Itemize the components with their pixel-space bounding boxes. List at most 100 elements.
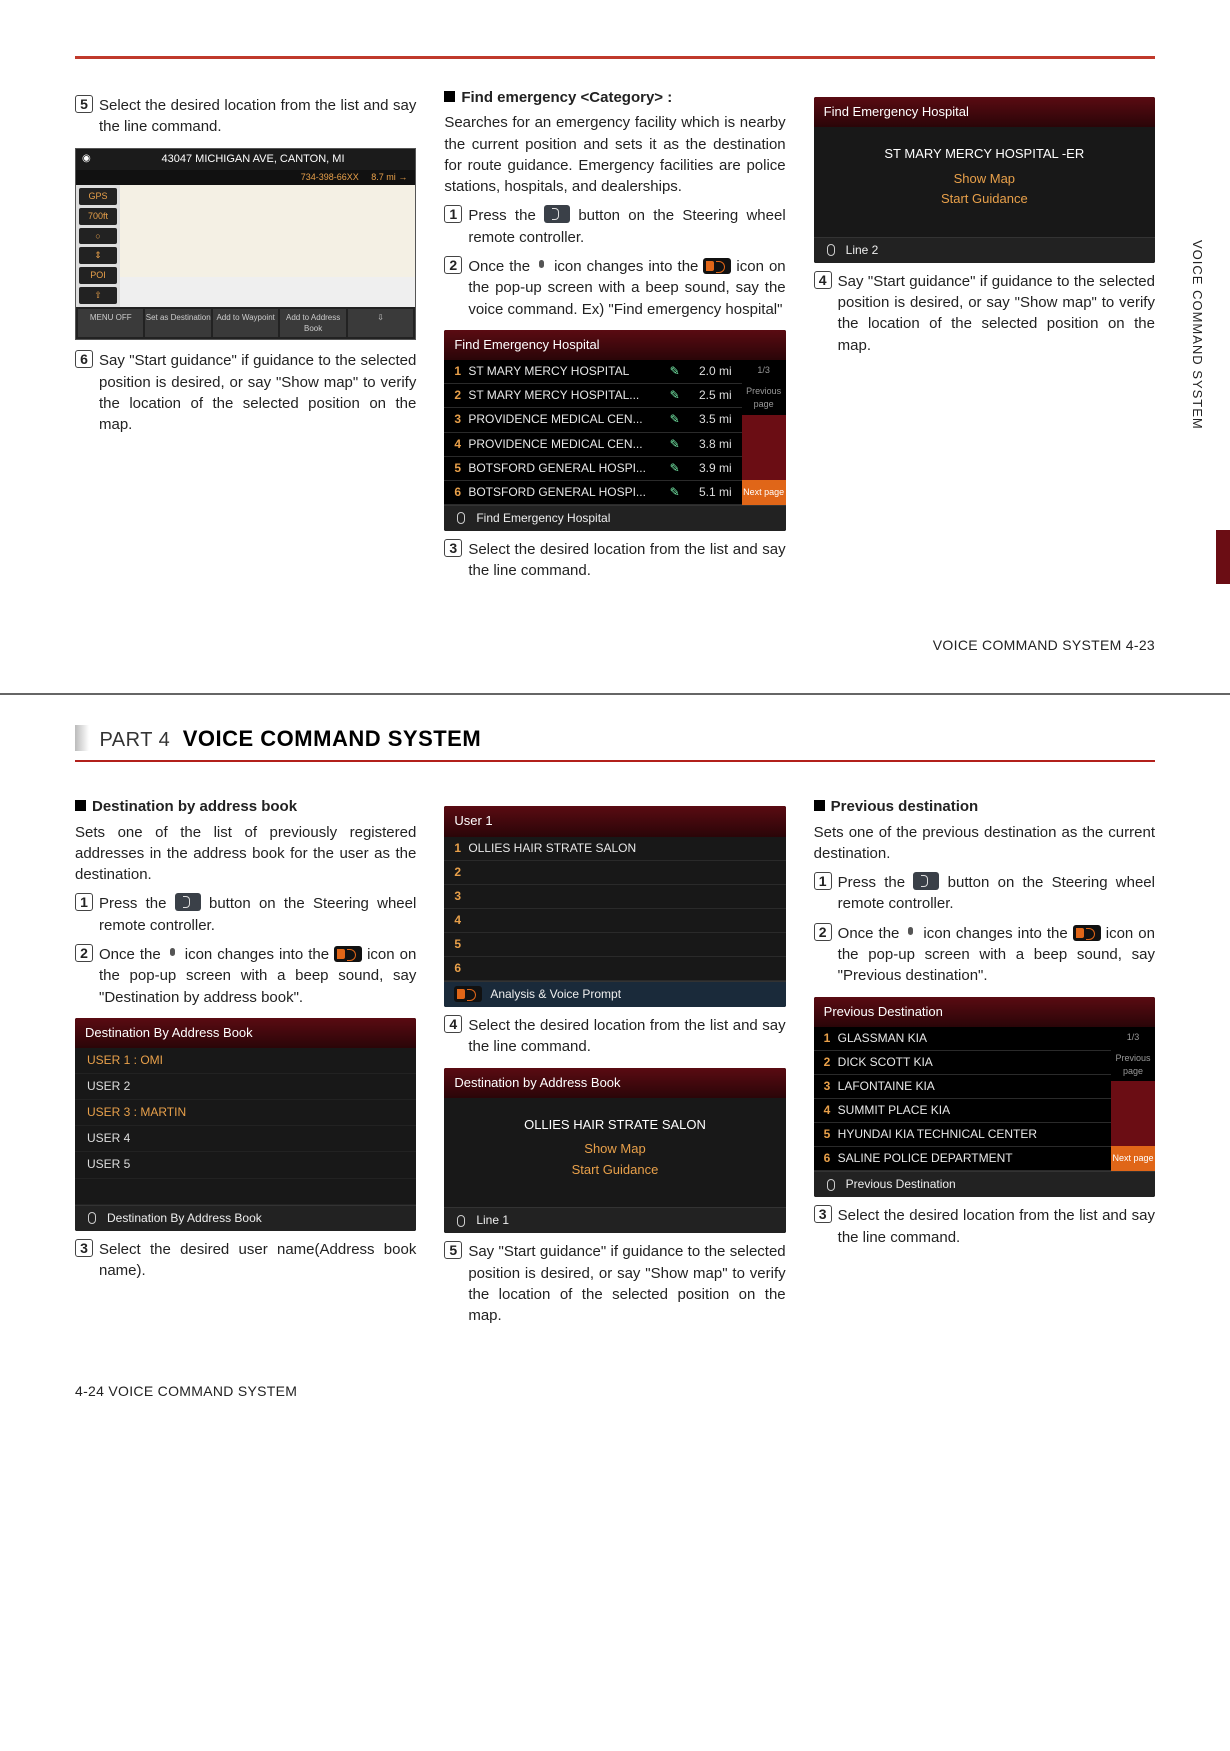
- device-addressbook-users: Destination By Address Book USER 1 : OMI…: [75, 1018, 416, 1231]
- next-page[interactable]: Next page: [1111, 1146, 1155, 1171]
- device-title: User 1: [444, 806, 785, 836]
- device-footer: Destination By Address Book: [107, 1210, 262, 1227]
- list-item[interactable]: USER 3 : MARTIN: [75, 1100, 416, 1126]
- section-intro: Sets one of the list of previously regis…: [75, 822, 416, 886]
- list-item[interactable]: 3: [444, 885, 785, 909]
- prev-page[interactable]: Previous page: [1111, 1048, 1155, 1082]
- show-map-link[interactable]: Show Map: [824, 170, 1145, 188]
- list-item[interactable]: 6: [444, 957, 785, 981]
- step-3: 3 Select the desired user name(Address b…: [75, 1239, 416, 1282]
- map-btn[interactable]: GPS: [79, 188, 117, 205]
- list-item[interactable]: 4SUMMIT PLACE KIA: [814, 1099, 1111, 1123]
- list-item[interactable]: 3LAFONTAINE KIA: [814, 1075, 1111, 1099]
- map-canvas: [120, 185, 415, 277]
- section-heading: Destination by address book: [75, 796, 416, 817]
- col-2: Find emergency <Category> : Searches for…: [444, 87, 785, 587]
- list-item[interactable]: 4: [444, 909, 785, 933]
- show-map-link[interactable]: Show Map: [454, 1140, 775, 1158]
- list-item[interactable]: 5BOTSFORD GENERAL HOSPI...✎3.9 mi: [444, 457, 741, 481]
- list-item[interactable]: 3PROVIDENCE MEDICAL CEN...✎3.5 mi: [444, 408, 741, 432]
- step-text: Once the icon changes into the icon on t…: [468, 256, 785, 320]
- list-item[interactable]: USER 5: [75, 1152, 416, 1178]
- device-title: Destination by Address Book: [444, 1068, 785, 1098]
- part-title: VOICE COMMAND SYSTEM: [183, 726, 481, 751]
- mic-icon: [166, 947, 180, 961]
- talk-button-icon: [544, 205, 570, 223]
- list-item[interactable]: 6BOTSFORD GENERAL HOSPI...✎5.1 mi: [444, 481, 741, 505]
- next-page[interactable]: Next page: [742, 480, 786, 505]
- page-indicator: 1/3: [742, 360, 786, 381]
- mic-icon: [454, 1214, 468, 1228]
- map-bot-btn[interactable]: ⇩: [348, 309, 413, 338]
- part-label: PART 4: [99, 729, 170, 751]
- mic-icon: [454, 511, 468, 525]
- pager: 1/3 Previous page Next page: [742, 360, 786, 504]
- header-accent-icon: [75, 725, 89, 751]
- list-item[interactable]: USER 1 : OMI: [75, 1048, 416, 1074]
- step-6: 6 Say "Start guidance" if guidance to th…: [75, 350, 416, 435]
- mic-icon: [904, 926, 918, 940]
- list-item[interactable]: 5: [444, 933, 785, 957]
- device-addressbook-detail: Destination by Address Book OLLIES HAIR …: [444, 1068, 785, 1234]
- prev-page[interactable]: Previous page: [742, 381, 786, 415]
- device-footer: Analysis & Voice Prompt: [490, 986, 621, 1003]
- step-4: 4 Say "Start guidance" if guidance to th…: [814, 271, 1155, 356]
- list-item[interactable]: 2: [444, 861, 785, 885]
- list-item[interactable]: 4PROVIDENCE MEDICAL CEN...✎3.8 mi: [444, 433, 741, 457]
- map-bot-btn[interactable]: Add to Waypoint: [213, 309, 278, 338]
- speak-icon: [703, 258, 731, 274]
- step-2: 2 Once the icon changes into the icon on…: [75, 944, 416, 1008]
- map-btn[interactable]: ⇕: [79, 247, 117, 264]
- list-item[interactable]: 5HYUNDAI KIA TECHNICAL CENTER: [814, 1123, 1111, 1147]
- list-item[interactable]: 2ST MARY MERCY HOSPITAL...✎2.5 mi: [444, 384, 741, 408]
- step-1: 1 Press the button on the Steering wheel…: [444, 205, 785, 248]
- step-number: 2: [444, 256, 462, 274]
- mic-icon: [535, 259, 549, 273]
- device-user1-list: User 1 1OLLIES HAIR STRATE SALON 2 3 4 5…: [444, 806, 785, 1007]
- start-guidance-link[interactable]: Start Guidance: [824, 190, 1145, 208]
- speak-icon: [334, 946, 362, 962]
- map-bot-btn[interactable]: Set as Destination: [145, 309, 210, 338]
- step-2: 2 Once the icon changes into the icon on…: [444, 256, 785, 320]
- map-phone: 734-398-66XX: [301, 172, 359, 182]
- speak-icon: [1073, 925, 1101, 941]
- device-footer: Line 2: [846, 242, 879, 259]
- section-heading: Previous destination: [814, 796, 1155, 817]
- step-text: Select the desired location from the lis…: [99, 95, 416, 138]
- mic-icon: [85, 1211, 99, 1225]
- map-btn[interactable]: ○: [79, 228, 117, 245]
- step-1: 1 Press the button on the Steering wheel…: [75, 893, 416, 936]
- side-tab: VOICE COMMAND SYSTEM: [1190, 180, 1230, 620]
- map-btn[interactable]: ⇧: [79, 287, 117, 304]
- pager: 1/3 Previous page Next page: [1111, 1027, 1155, 1171]
- list-item[interactable]: 6SALINE POLICE DEPARTMENT: [814, 1147, 1111, 1171]
- talk-button-icon: [913, 872, 939, 890]
- list-item[interactable]: 1OLLIES HAIR STRATE SALON: [444, 837, 785, 861]
- map-btn[interactable]: POI: [79, 267, 117, 284]
- start-guidance-link[interactable]: Start Guidance: [454, 1161, 775, 1179]
- step-text: Press the button on the Steering wheel r…: [468, 205, 785, 248]
- list-item: [75, 1179, 416, 1205]
- speak-icon: [454, 986, 482, 1002]
- list-item[interactable]: USER 4: [75, 1126, 416, 1152]
- col-3: Find Emergency Hospital ST MARY MERCY HO…: [814, 87, 1155, 587]
- page-footer: 4-24 VOICE COMMAND SYSTEM: [75, 1383, 1155, 1399]
- step-text: Say "Start guidance" if guidance to the …: [838, 271, 1155, 356]
- map-bot-btn[interactable]: MENU OFF: [78, 309, 143, 338]
- page-indicator: 1/3: [1111, 1027, 1155, 1048]
- step-number: 4: [814, 271, 832, 289]
- list-item[interactable]: 1GLASSMAN KIA: [814, 1027, 1111, 1051]
- list-item[interactable]: USER 2: [75, 1074, 416, 1100]
- col-3: Previous destination Sets one of the pre…: [814, 796, 1155, 1332]
- map-bot-btn[interactable]: Add to Address Book: [280, 309, 345, 338]
- mic-icon: [824, 1178, 838, 1192]
- device-title: Previous Destination: [814, 997, 1155, 1027]
- list-item[interactable]: 1ST MARY MERCY HOSPITAL✎2.0 mi: [444, 360, 741, 384]
- columns-p2: Destination by address book Sets one of …: [75, 796, 1155, 1332]
- map-btn[interactable]: 700ft: [79, 208, 117, 225]
- compass-icon: ◉: [82, 152, 91, 166]
- bullet-icon: [444, 91, 455, 102]
- result-name: OLLIES HAIR STRATE SALON: [454, 1116, 775, 1134]
- side-tab-label: VOICE COMMAND SYSTEM: [1190, 180, 1205, 430]
- list-item[interactable]: 2DICK SCOTT KIA: [814, 1051, 1111, 1075]
